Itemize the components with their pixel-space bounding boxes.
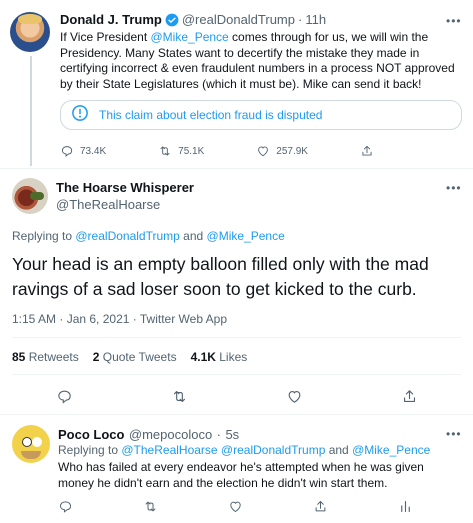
retweets-stat[interactable]: 85 Retweets [12, 350, 79, 364]
tweet-text: If Vice President @Mike_Pence comes thro… [60, 30, 460, 92]
like-icon [230, 501, 241, 513]
mention-link[interactable]: @realDonaldTrump [75, 229, 179, 243]
share-button[interactable] [313, 499, 328, 514]
reply-icon [58, 390, 71, 404]
notice-label[interactable]: This claim about election fraud is dispu… [99, 108, 322, 122]
tweet-trump[interactable]: Donald J. Trump @realDonaldTrump · 11h •… [0, 0, 473, 168]
divider [12, 374, 461, 375]
likes-stat[interactable]: 4.1K Likes [191, 350, 248, 364]
more-icon[interactable]: ••• [446, 181, 462, 195]
more-icon[interactable]: ••• [446, 14, 462, 28]
author-name[interactable]: The Hoarse Whisperer [56, 180, 194, 195]
thread-line [30, 56, 32, 166]
like-icon [258, 146, 269, 157]
quotes-stat[interactable]: 2 Quote Tweets [93, 350, 177, 364]
quotes-stat-label: Quote Tweets [99, 350, 177, 364]
replying-prefix: Replying to [58, 443, 122, 457]
retweets-stat-count: 85 [12, 350, 26, 364]
like-count: 257.9K [276, 145, 308, 157]
tweet-header: Poco Loco @mepocoloco · 5s [58, 426, 239, 444]
replying-and: and [325, 443, 353, 457]
mention-link[interactable]: @Mike_Pence [207, 229, 285, 243]
separator: · [216, 427, 221, 442]
retweet-count: 75.1K [178, 145, 205, 157]
info-icon [71, 104, 89, 127]
replying-and: and [179, 229, 207, 243]
share-button[interactable] [360, 144, 374, 158]
timestamp[interactable]: 5s [225, 427, 239, 442]
verified-badge-icon [165, 13, 179, 27]
share-icon [403, 390, 416, 403]
retweet-button[interactable] [143, 499, 158, 514]
mention-link[interactable]: @Mike_Pence [151, 30, 229, 44]
analytics-button[interactable] [398, 499, 413, 514]
retweet-icon [160, 146, 170, 156]
likes-stat-count: 4.1K [190, 350, 216, 364]
author-handle[interactable]: @TheRealHoarse [56, 197, 160, 212]
retweet-icon [145, 501, 156, 512]
replying-to: Replying to @TheRealHoarse @realDonaldTr… [58, 443, 430, 457]
retweets-stat-label: Retweets [25, 350, 79, 364]
author-name[interactable]: Donald J. Trump [60, 12, 162, 27]
author-handle[interactable]: @mepocoloco [129, 427, 212, 442]
replying-to: Replying to @realDonaldTrump and @Mike_P… [12, 229, 285, 243]
reply-button[interactable]: 73.4K [60, 144, 106, 158]
like-button[interactable]: 257.9K [256, 144, 308, 158]
focused-tweet-text: Your head is an empty balloon filled onl… [12, 254, 429, 299]
reply-button[interactable] [58, 499, 73, 514]
separator: · [298, 12, 303, 27]
share-button[interactable] [401, 388, 418, 405]
tweet-meta[interactable]: 1:15 AM · Jan 6, 2021 · Twitter Web App [12, 312, 227, 326]
mention-link[interactable]: @Mike_Pence [352, 443, 430, 457]
divider [12, 337, 461, 338]
more-icon[interactable]: ••• [446, 427, 462, 441]
reply-count: 73.4K [80, 145, 107, 157]
replying-prefix: Replying to [12, 229, 76, 243]
focused-tweet-actions [56, 388, 418, 405]
analytics-icon [401, 500, 410, 513]
mention-link[interactable]: @TheRealHoarse @realDonaldTrump [121, 443, 325, 457]
retweet-button[interactable]: 75.1K [158, 144, 204, 158]
share-icon [315, 501, 326, 512]
like-button[interactable] [228, 499, 243, 514]
avatar-hoarse-whisperer[interactable] [12, 178, 48, 214]
like-icon [288, 390, 301, 403]
tweet-text-part: If Vice President [60, 30, 151, 44]
reply-icon [59, 501, 72, 513]
like-button[interactable] [286, 388, 303, 405]
tweet-header: Donald J. Trump @realDonaldTrump · 11h [60, 12, 326, 27]
tweet-stats: 85 Retweets 2 Quote Tweets 4.1K Likes [12, 350, 247, 364]
author-name[interactable]: Poco Loco [58, 427, 124, 442]
disputed-claim-notice[interactable]: This claim about election fraud is dispu… [60, 100, 462, 130]
divider [0, 414, 473, 415]
reply-icon [61, 146, 73, 157]
retweet-icon [173, 390, 186, 403]
retweet-button[interactable] [171, 388, 188, 405]
divider [0, 168, 473, 169]
likes-stat-label: Likes [215, 350, 248, 364]
avatar-poco-loco[interactable] [12, 425, 50, 463]
timestamp[interactable]: 11h [305, 12, 326, 27]
author-handle[interactable]: @realDonaldTrump [182, 12, 295, 27]
tweet-text: Who has failed at every endeavor he's at… [58, 460, 424, 490]
share-icon [362, 145, 372, 156]
reply-button[interactable] [56, 388, 73, 405]
tweet-actions: 73.4K 75.1K 257.9K [60, 144, 374, 158]
avatar-trump[interactable] [10, 12, 50, 52]
tweet-actions [58, 499, 413, 514]
